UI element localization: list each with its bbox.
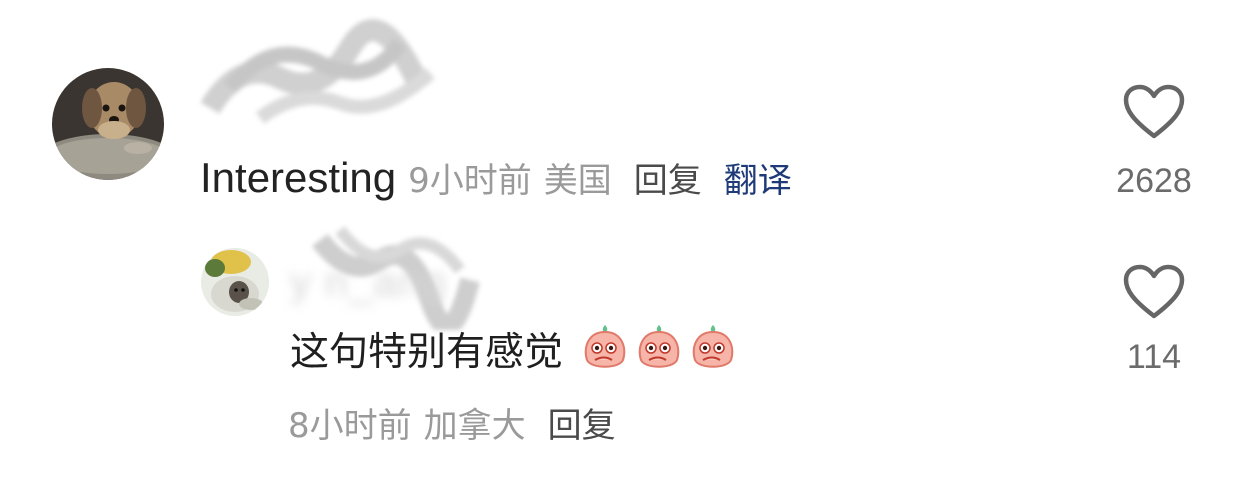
peach-covering-mouth-emoji-icon — [688, 322, 738, 388]
like-button[interactable]: 114 — [1109, 264, 1199, 377]
comment-meta-line: 8小时前 加拿大 回复 — [288, 404, 616, 448]
avatar[interactable] — [52, 68, 164, 180]
heart-icon — [1123, 264, 1185, 319]
comment-item: Interesting 9小时前 美国 回复 翻译 2628 — [0, 0, 1240, 230]
comment-text: Interesting — [200, 154, 397, 201]
comment-time: 8小时前 — [288, 406, 412, 446]
like-button[interactable]: 2628 — [1109, 84, 1199, 201]
comment-body-line: 这句特别有感觉 — [290, 322, 738, 388]
comment-time: 9小时前 — [408, 161, 532, 201]
peach-covering-mouth-emoji-icon — [634, 322, 684, 388]
dog-avatar-icon — [52, 68, 164, 180]
username[interactable]: y n_ang — [290, 258, 446, 306]
comment-thread: { "comments": [ { "avatar": "dog-avatar"… — [0, 0, 1240, 480]
peach-covering-mouth-emoji-icon — [580, 322, 630, 388]
reply-button[interactable]: 回复 — [634, 161, 702, 201]
like-count: 2628 — [1116, 162, 1192, 200]
redacted-username-scribble — [200, 19, 435, 124]
cat-avatar-icon — [201, 248, 269, 316]
emoji-group — [580, 322, 738, 388]
reply-button[interactable]: 回复 — [548, 406, 616, 446]
comment-body-line: Interesting 9小时前 美国 回复 翻译 — [200, 156, 792, 203]
heart-icon — [1123, 84, 1185, 139]
reply-item: y n_ang 这句特别有感觉 8小时前 加拿大 回复 114 — [0, 226, 1240, 480]
comment-text: 这句特别有感觉 — [290, 330, 564, 375]
avatar[interactable] — [201, 248, 269, 316]
comment-region: 加拿大 — [423, 406, 526, 446]
translate-button[interactable]: 翻译 — [724, 161, 792, 201]
like-count: 114 — [1126, 338, 1182, 376]
comment-region: 美国 — [543, 161, 612, 201]
